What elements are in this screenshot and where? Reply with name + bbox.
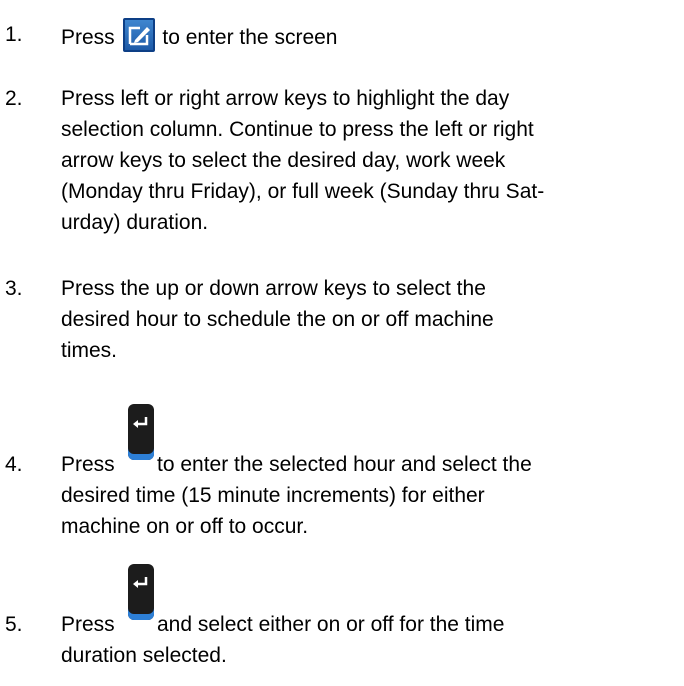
step-text: to enter the selected hour and select th… [157, 453, 532, 476]
step-text: Press [61, 26, 115, 49]
step-line: duration selected. [61, 644, 227, 667]
step-line: (Monday thru Friday), or full week (Sund… [61, 180, 545, 203]
step-line: desired time (15 minute increments) for … [61, 484, 485, 507]
step-line: desired hour to schedule the on or off m… [61, 308, 494, 331]
step-number: 4. [5, 453, 23, 476]
step-line: Press left or right arrow keys to highli… [61, 87, 510, 110]
step-line: selection column. Continue to press the … [61, 118, 534, 141]
step-number: 2. [5, 87, 23, 110]
step-line: Press the up or down arrow keys to selec… [61, 277, 486, 300]
step-line: urday) duration. [61, 211, 209, 234]
step-line: arrow keys to select the desired day, wo… [61, 149, 506, 172]
step-number: 5. [5, 613, 23, 636]
step-number: 3. [5, 277, 23, 300]
step-text: to enter the screen [162, 26, 338, 49]
step-text: Press [61, 453, 115, 476]
step-text: and select either on or off for the time [157, 613, 505, 636]
edit-icon [122, 18, 155, 52]
enter-icon [128, 564, 154, 620]
step-line: times. [61, 339, 118, 362]
step-number: 1. [5, 23, 23, 46]
step-text: Press [61, 613, 115, 636]
enter-icon [128, 404, 154, 460]
step-line: machine on or off to occur. [61, 515, 309, 538]
